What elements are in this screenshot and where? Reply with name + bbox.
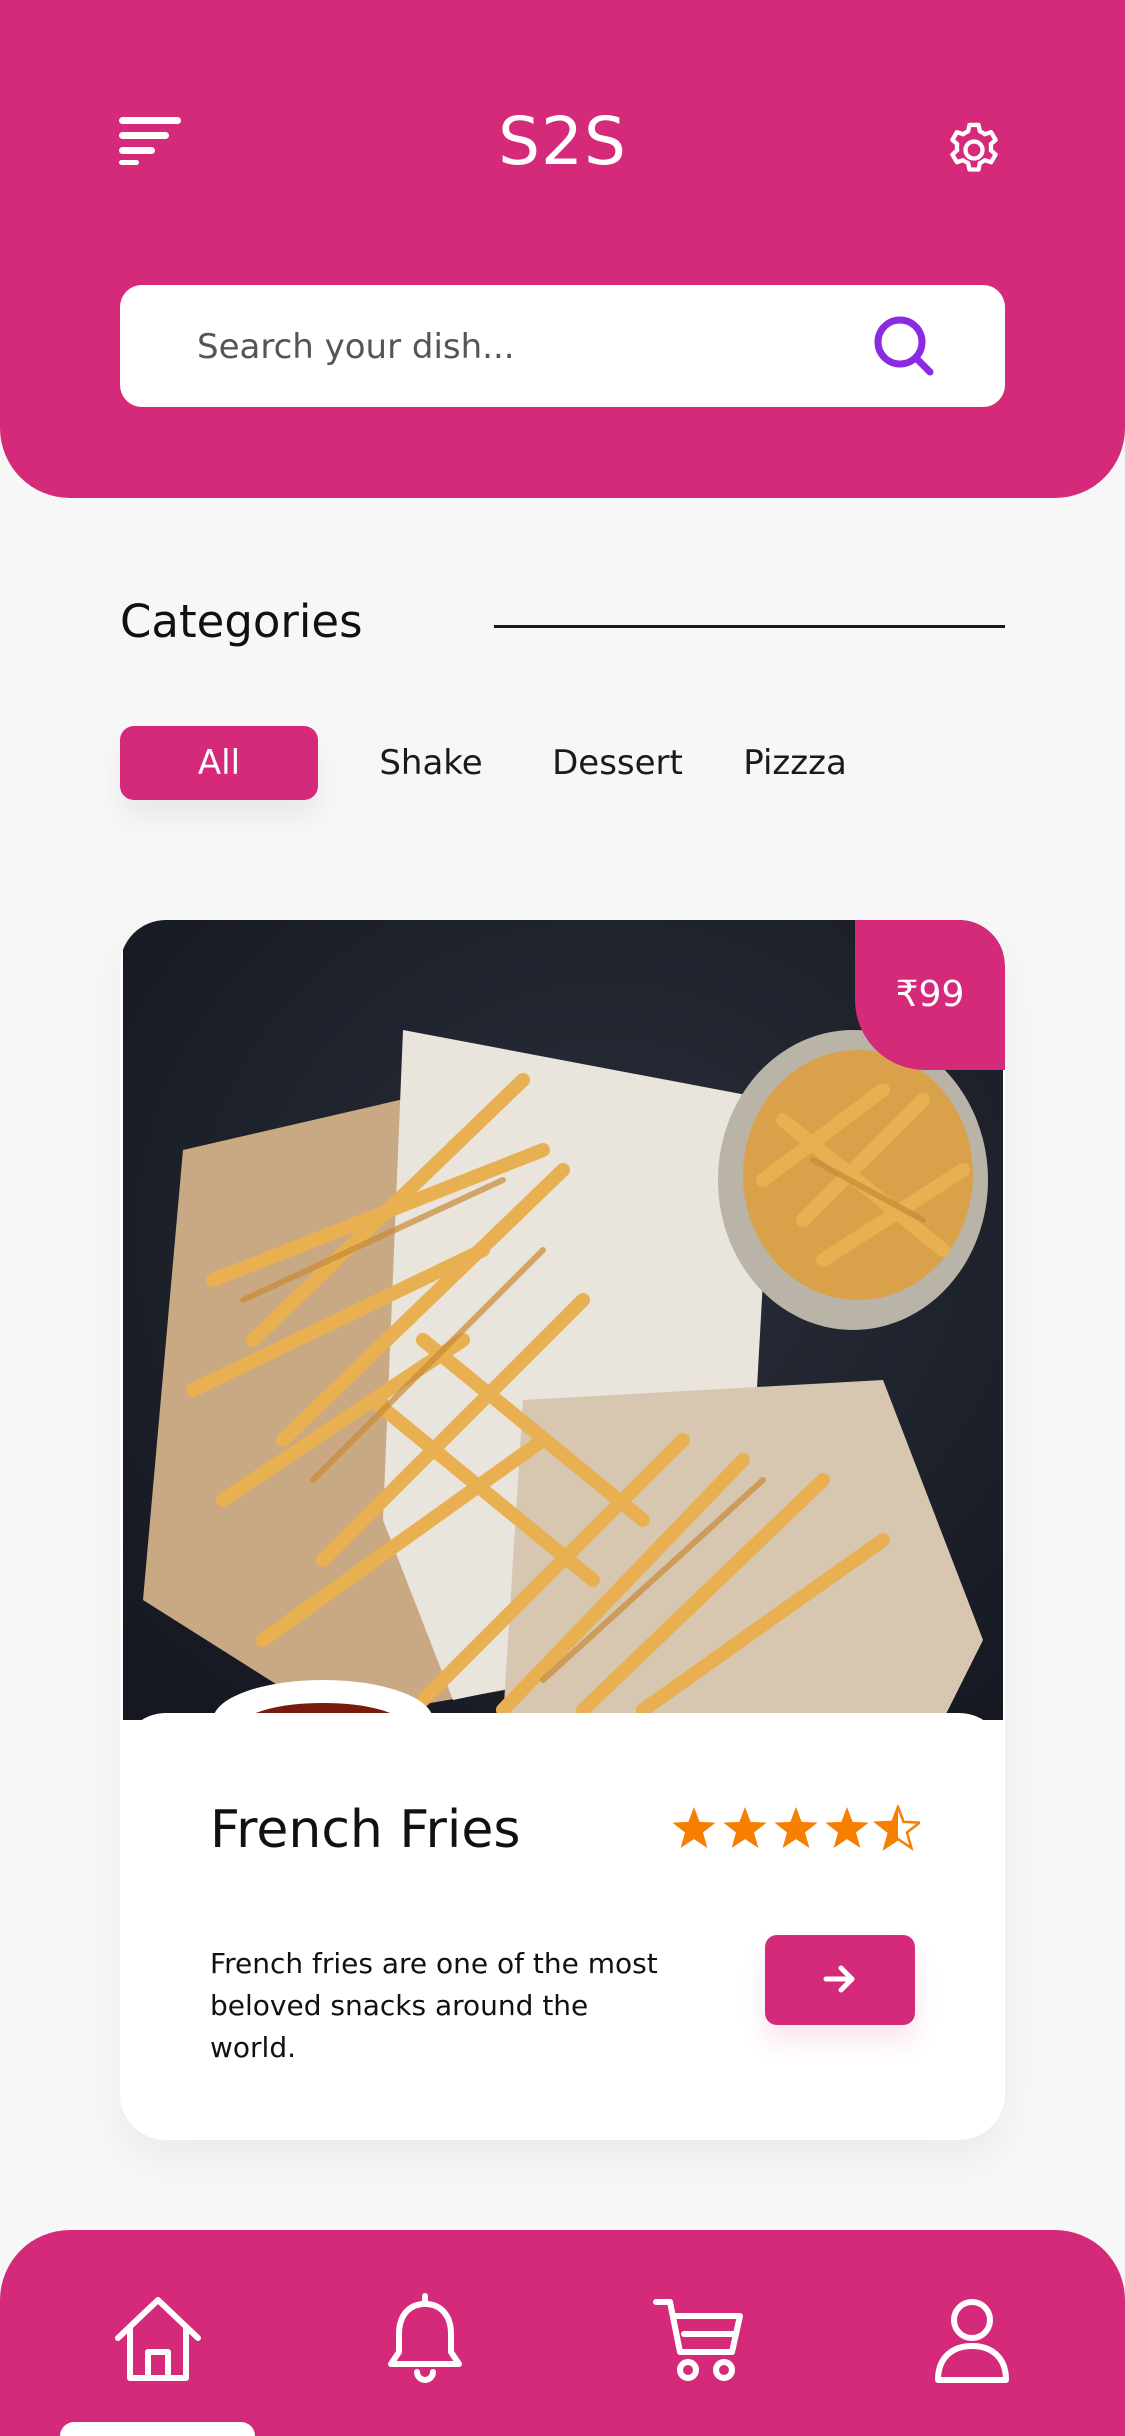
star-half-icon [875,1805,920,1850]
dish-name: French Fries [210,1800,521,1860]
cart-icon[interactable] [650,2290,750,2390]
header: S2S [0,0,1125,498]
category-chip-all[interactable]: All [120,726,318,800]
star-icon [774,1807,818,1848]
dish-description: French fries are one of the most beloved… [210,1947,658,2064]
search-input[interactable] [195,285,879,409]
categories-title: Categories [120,595,363,648]
price-tag: ₹99 [855,920,1005,1070]
view-dish-button[interactable] [765,1935,915,2025]
food-card[interactable]: ₹99 French Fries French fries are one of… [120,920,1005,2140]
home-indicator [60,2422,255,2436]
home-icon[interactable] [108,2290,208,2390]
search-icon[interactable] [872,314,936,378]
bottom-navigation [0,2230,1125,2436]
arrow-right-icon [823,1965,855,1992]
star-icon [723,1807,767,1848]
bell-icon[interactable] [375,2290,475,2390]
star-icon [825,1807,869,1848]
search-bar [120,285,1005,409]
star-icon [672,1807,716,1848]
rating-stars [672,1805,920,1850]
category-chip-pizza[interactable]: Pizzza [740,726,850,800]
gear-icon[interactable] [942,118,1006,182]
user-icon[interactable] [922,2290,1022,2390]
categories-divider [494,625,1005,628]
food-card-info: French Fries French fries are one of the… [120,1713,1005,2140]
category-chip-shake[interactable]: Shake [370,726,492,800]
category-chip-dessert[interactable]: Dessert [550,726,685,800]
